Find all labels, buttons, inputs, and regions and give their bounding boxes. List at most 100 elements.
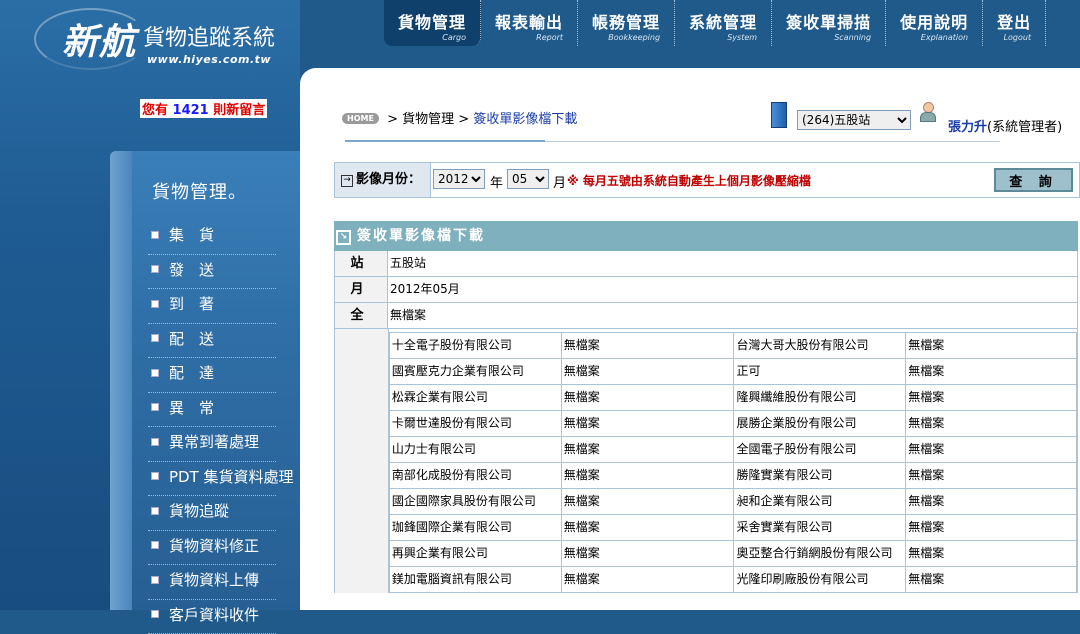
- table-row: 國賓壓克力企業有限公司無檔案正可無檔案: [389, 359, 1076, 385]
- new-message-notice[interactable]: 您有 1421 則新留言: [140, 99, 267, 118]
- customer-name-cell: 松霖企業有限公司: [389, 385, 561, 411]
- month-unit: 月: [553, 172, 566, 191]
- sidebar-item-label: 到 著: [169, 295, 214, 313]
- sidebar-item[interactable]: 配 達: [148, 358, 276, 393]
- breadcrumb-current: 簽收單影像檔下載: [473, 112, 577, 127]
- file-status-cell[interactable]: 無檔案: [906, 515, 1077, 541]
- query-note: ※ 每月五號由系統自動產生上個月影像壓縮檔: [567, 172, 811, 189]
- sidebar-item-label: 異 常: [169, 399, 214, 417]
- breadcrumb: HOME > 貨物管理 > 簽收單影像檔下載: [342, 108, 577, 127]
- nav-item[interactable]: 登出Logout: [983, 0, 1046, 46]
- sidebar-item[interactable]: 發 送: [148, 255, 276, 290]
- file-status-cell[interactable]: 無檔案: [561, 567, 734, 593]
- nav-item[interactable]: 系統管理System: [675, 0, 772, 46]
- sidebar-item[interactable]: 集 貨: [148, 220, 276, 255]
- customer-name-cell: 全國電子股份有限公司: [734, 437, 906, 463]
- file-status-cell[interactable]: 無檔案: [561, 411, 734, 437]
- nav-sublabel: Explanation: [900, 33, 968, 43]
- nav-label: 系統管理: [689, 13, 757, 33]
- sidebar-item-label: 貨物資料修正: [169, 537, 259, 555]
- nav-item[interactable]: 報表輸出Report: [481, 0, 578, 46]
- sidebar-item-label: 貨物追蹤: [169, 502, 229, 520]
- nav-sublabel: Scanning: [786, 33, 871, 43]
- sidebar-item[interactable]: 客戶資料收件: [148, 600, 276, 634]
- bullet-icon: [151, 610, 159, 618]
- main-panel: HOME > 貨物管理 > 簽收單影像檔下載 (264)五股站 張力升(系統管理…: [300, 68, 1080, 610]
- sidebar-item[interactable]: 配 送: [148, 324, 276, 359]
- file-status-cell[interactable]: 無檔案: [906, 541, 1077, 567]
- sidebar-item[interactable]: 貨物追蹤: [148, 496, 276, 531]
- sidebar-item[interactable]: 貨物資料上傳: [148, 565, 276, 600]
- nav-sublabel: Report: [495, 33, 563, 43]
- nav-sublabel: System: [689, 33, 757, 43]
- nav-item[interactable]: 使用說明Explanation: [886, 0, 983, 46]
- file-status-cell[interactable]: 無檔案: [561, 489, 734, 515]
- month-select[interactable]: 05: [507, 169, 549, 189]
- file-status-cell[interactable]: 無檔案: [561, 359, 734, 385]
- table-row: 鎂加電腦資訊有限公司無檔案光隆印刷廠股份有限公司無檔案: [389, 567, 1076, 593]
- brand-url: www.hiyes.com.tw: [147, 53, 271, 66]
- sidebar-item[interactable]: 到 著: [148, 289, 276, 324]
- customer-name-cell: 展勝企業股份有限公司: [734, 411, 906, 437]
- table-row: 再興企業有限公司無檔案奧亞整合行銷網股份有限公司無檔案: [389, 541, 1076, 567]
- result-header: ↘ 簽收單影像檔下載: [334, 221, 1078, 251]
- bullet-icon: [151, 541, 159, 549]
- nav-item[interactable]: 簽收單掃描Scanning: [772, 0, 886, 46]
- year-select[interactable]: 2012: [433, 169, 485, 189]
- station-select[interactable]: (264)五股站: [797, 110, 911, 130]
- sidebar-item[interactable]: PDT 集貨資料處理: [148, 462, 276, 497]
- nav-label: 使用說明: [900, 13, 968, 33]
- query-label: →影像月份：: [335, 163, 431, 197]
- user-name-text: 張力升: [948, 120, 987, 135]
- sidebar-item[interactable]: 異 常: [148, 393, 276, 428]
- table-row: 卡爾世達股份有限公司無檔案展勝企業股份有限公司無檔案: [389, 411, 1076, 437]
- arrow-box-icon: →: [341, 175, 353, 187]
- nav-label: 帳務管理: [592, 13, 660, 33]
- table-row: 南部化成股份有限公司無檔案勝隆實業有限公司無檔案: [389, 463, 1076, 489]
- table-row: 松霖企業有限公司無檔案隆興纖維股份有限公司無檔案: [389, 385, 1076, 411]
- file-status-cell[interactable]: 無檔案: [906, 411, 1077, 437]
- file-status-cell[interactable]: 無檔案: [561, 437, 734, 463]
- file-status-cell[interactable]: 無檔案: [561, 515, 734, 541]
- file-status-cell[interactable]: 無檔案: [906, 437, 1077, 463]
- sidebar-item[interactable]: 異常到著處理: [148, 427, 276, 462]
- breadcrumb-sep: >: [458, 112, 469, 127]
- result-title: 簽收單影像檔下載: [357, 228, 485, 244]
- bullet-icon: [151, 369, 159, 377]
- top-nav: 貨物管理Cargo報表輸出Report帳務管理Bookkeeping系統管理Sy…: [384, 0, 1080, 46]
- all-value[interactable]: 無檔案: [388, 303, 426, 328]
- station-key: 站 所: [335, 251, 388, 276]
- customer-name-cell: 卡爾世達股份有限公司: [389, 411, 561, 437]
- nav-item[interactable]: 貨物管理Cargo: [384, 0, 481, 46]
- download-box-icon: ↘: [336, 230, 351, 245]
- sidebar-item-label: PDT 集貨資料處理: [169, 468, 294, 486]
- file-status-cell[interactable]: 無檔案: [906, 463, 1077, 489]
- file-status-cell[interactable]: 無檔案: [906, 333, 1077, 359]
- bullet-icon: [151, 438, 159, 446]
- station-row: 站 所五股站: [334, 251, 1078, 277]
- nav-sublabel: Bookkeeping: [592, 33, 660, 43]
- breadcrumb-section[interactable]: 貨物管理: [402, 112, 454, 127]
- file-status-cell[interactable]: 無檔案: [906, 385, 1077, 411]
- nav-item[interactable]: 帳務管理Bookkeeping: [578, 0, 675, 46]
- customer-name-cell: 再興企業有限公司: [389, 541, 561, 567]
- query-button[interactable]: 查 詢: [994, 168, 1073, 192]
- nav-sublabel: Logout: [997, 33, 1031, 43]
- customer-name-cell: 國企國際家具股份有限公司: [389, 489, 561, 515]
- file-status-cell[interactable]: 無檔案: [906, 567, 1077, 593]
- home-button[interactable]: HOME: [342, 113, 379, 124]
- file-status-cell[interactable]: 無檔案: [561, 385, 734, 411]
- customer-name-cell: 鎂加電腦資訊有限公司: [389, 567, 561, 593]
- file-status-cell[interactable]: 無檔案: [906, 489, 1077, 515]
- file-status-cell[interactable]: 無檔案: [561, 541, 734, 567]
- file-status-cell[interactable]: 無檔案: [906, 359, 1077, 385]
- bullet-icon: [151, 265, 159, 273]
- bullet-icon: [151, 576, 159, 584]
- customer-name-cell: 光隆印刷廠股份有限公司: [734, 567, 906, 593]
- station-value: 五股站: [388, 251, 426, 276]
- brand-name: 新航: [62, 22, 136, 62]
- sidebar-item[interactable]: 貨物資料修正: [148, 531, 276, 566]
- file-status-cell[interactable]: 無檔案: [561, 463, 734, 489]
- table-row: 十全電子股份有限公司無檔案台灣大哥大股份有限公司無檔案: [389, 333, 1076, 359]
- file-status-cell[interactable]: 無檔案: [561, 333, 734, 359]
